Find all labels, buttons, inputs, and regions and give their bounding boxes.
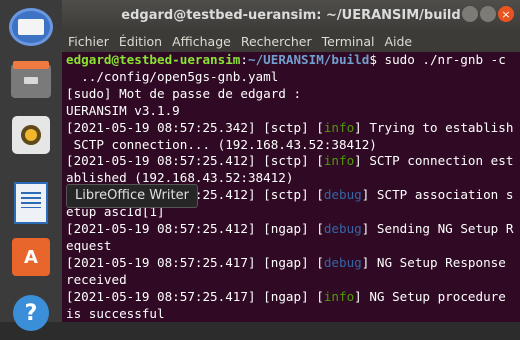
menu-terminal[interactable]: Terminal [322, 34, 375, 49]
menu-edition[interactable]: Édition [119, 34, 162, 49]
menu-bar: Fichier Édition Affichage Rechercher Ter… [62, 30, 520, 52]
software-store-icon[interactable]: A [4, 230, 58, 284]
log-line-cont: is successful [66, 305, 165, 321]
log-line-cont: received [66, 271, 127, 287]
prompt-separator: : [240, 52, 248, 67]
prompt-symbol: $ [369, 52, 385, 67]
version-line: UERANSIM v3.1.9 [66, 102, 180, 118]
terminal-window: edgard@testbed-ueransim: ~/UERANSIM/buil… [62, 0, 520, 322]
title-bar[interactable]: edgard@testbed-ueransim: ~/UERANSIM/buil… [62, 0, 520, 30]
window-title: edgard@testbed-ueransim: ~/UERANSIM/buil… [121, 7, 461, 23]
menu-affichage[interactable]: Affichage [172, 34, 231, 49]
libreoffice-writer-icon[interactable] [4, 176, 58, 230]
log-line-cont: equest [66, 237, 112, 253]
log-line: [2021-05-19 08:57:25.417] [ngap] [debug]… [66, 254, 506, 270]
prompt-user: edgard@testbed-ueransim [66, 52, 241, 67]
files-manager-icon[interactable] [4, 54, 58, 108]
log-line: [2021-05-19 08:57:25.412] [sctp] [info] … [66, 153, 514, 169]
command-text: sudo ./nr-gnb -c [384, 52, 506, 67]
window-controls: × [462, 6, 514, 22]
rhythmbox-icon[interactable] [4, 108, 58, 162]
prompt-path: ~/UERANSIM/build [247, 52, 370, 67]
menu-aide[interactable]: Aide [384, 34, 412, 49]
minimize-button[interactable] [462, 6, 478, 22]
menu-rechercher[interactable]: Rechercher [241, 34, 312, 49]
prompt-line: edgard@testbed-ueransim:~/UERANSIM/build… [66, 52, 520, 69]
thunderbird-mail-icon[interactable] [4, 0, 58, 54]
maximize-button[interactable] [480, 6, 496, 22]
dock-tooltip: LibreOffice Writer [66, 184, 198, 208]
log-line: [2021-05-19 08:57:25.342] [sctp] [info] … [66, 119, 514, 135]
log-line: [2021-05-19 08:57:25.412] [ngap] [debug]… [66, 221, 514, 237]
close-button[interactable]: × [498, 6, 514, 22]
command-continuation: ../config/open5gs-gnb.yaml [66, 68, 279, 84]
help-icon[interactable]: ? [4, 286, 58, 340]
log-line: [2021-05-19 08:57:25.417] [ngap] [info] … [66, 288, 506, 304]
log-line-cont: SCTP connection... (192.168.43.52:38412) [66, 136, 377, 152]
sudo-line: [sudo] Mot de passe de edgard : [66, 85, 302, 101]
launcher-dock: A ? [0, 0, 63, 331]
menu-fichier[interactable]: Fichier [68, 34, 109, 49]
